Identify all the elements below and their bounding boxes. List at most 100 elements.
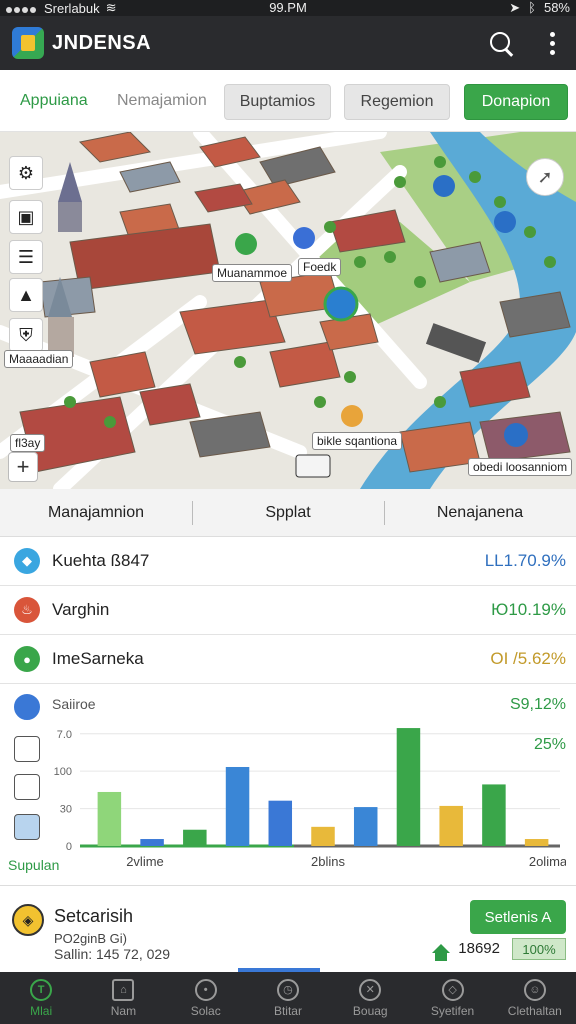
zoom-in-button[interactable]: +	[8, 452, 38, 482]
nav-syetifen[interactable]: ◇ Syetifen	[411, 972, 493, 1024]
donapion-button[interactable]: Donapion	[464, 84, 568, 120]
info-count: 18692	[432, 940, 500, 961]
share-icon[interactable]	[14, 694, 40, 720]
home-icon	[432, 944, 451, 961]
nav-mlai[interactable]: T Mlai	[0, 972, 82, 1024]
chart-bar	[225, 766, 250, 846]
search-icon[interactable]	[488, 30, 516, 58]
status-right: ➤ ᛒ 58%	[509, 0, 570, 16]
status-bar: Srerlabuk ≋ 99.PM ➤ ᛒ 58%	[0, 0, 576, 16]
location-pin-icon: ●	[14, 646, 40, 672]
segment-manajamnion[interactable]: Manajamnion	[0, 489, 192, 536]
chart-bar	[97, 791, 122, 846]
person-icon: ☺	[523, 978, 546, 1001]
more-vert-icon[interactable]	[548, 30, 556, 58]
compass-icon[interactable]: ➚	[526, 158, 564, 196]
nav-label: Btitar	[273, 1003, 302, 1018]
nav-label: Bouag	[352, 1003, 388, 1018]
info-card: ◈ Setcarisih PO2ginB Gi) Sallin: 145 72,…	[0, 888, 576, 972]
diamond-icon: ◆	[14, 548, 40, 574]
y-tick-label: 0	[66, 841, 72, 853]
nav-clethaltan[interactable]: ☺ Clethaltan	[494, 972, 576, 1024]
city-map[interactable]: ⚙ ▣ ☰ ▲ ⛨ Muanammoe Foedk Maaaadian fl3a…	[0, 132, 576, 489]
chart-bar	[482, 784, 506, 846]
bottom-nav: T Mlai ⌂ Nam • Solac ◷ Btitar ✕ Bouag ◇ …	[0, 972, 576, 1024]
map-label-left-tag[interactable]: Maaaadian	[4, 350, 74, 368]
shield-icon[interactable]: ⛨	[9, 318, 43, 352]
chart-bar	[311, 826, 335, 846]
map-illustration	[0, 132, 576, 489]
stack-icon[interactable]: ☰	[9, 240, 43, 274]
chart-bar	[353, 807, 378, 846]
nav-label: Mlai	[30, 1003, 53, 1018]
info-count-value: 18692	[458, 940, 500, 957]
cube-icon[interactable]: ▣	[9, 200, 43, 234]
map-label-left-small[interactable]: fl3ay	[10, 434, 46, 452]
box-icon[interactable]	[14, 814, 40, 840]
y-tick-label: 7.0	[57, 729, 72, 741]
segment-bar: Manajamnion Spplat Nenajanena	[0, 489, 576, 537]
settings-button[interactable]: Setlenis A	[470, 900, 566, 934]
app-bar: JNDENSA	[0, 16, 576, 70]
app-title: JNDENSA	[52, 32, 152, 54]
regemion-button[interactable]: Regemion	[344, 84, 450, 120]
segment-nenajanena[interactable]: Nenajanena	[384, 489, 576, 536]
chart-bar	[396, 728, 421, 846]
map-label-marker-b[interactable]: Foedk	[298, 258, 342, 276]
badge-icon: ◇	[441, 978, 464, 1001]
sign-icon: ◈	[12, 904, 44, 936]
stat-row[interactable]: ◆ Kuehta ß847 LL1.70.9%	[0, 537, 576, 586]
stat-value: OI /5.62%	[490, 649, 566, 668]
bag-icon: ✕	[359, 978, 382, 1001]
app-logo-icon	[12, 27, 44, 59]
map-label-station[interactable]: bikle sqantiona	[312, 432, 403, 450]
nav-nam[interactable]: ⌂ Nam	[82, 972, 164, 1024]
nav-label: Nam	[110, 1003, 137, 1018]
stat-value: LL1.70.9%	[484, 551, 566, 570]
chart-panel: Saiiroe S9,12% 25% 0 30 100 7.0 2vlime 2blins…	[0, 686, 576, 886]
layers-gear-icon[interactable]: ⚙	[9, 156, 43, 190]
y-tick-label: 30	[60, 804, 72, 816]
x-tick-label: 2olima	[529, 854, 566, 869]
percent-badge: 100%	[512, 938, 566, 960]
chart-value: S9,12%	[509, 696, 566, 713]
pin-icon: •	[194, 978, 217, 1001]
tree-icon: T	[30, 978, 53, 1001]
nav-solac[interactable]: • Solac	[165, 972, 247, 1024]
x-tick-label: 2vlime	[126, 854, 164, 869]
hat-icon[interactable]: ▲	[9, 278, 43, 312]
battery-label: 58%	[543, 0, 570, 15]
chart-bar	[524, 839, 549, 846]
nav-label: Syetifen	[430, 1003, 475, 1018]
location-icon: ➤	[509, 0, 521, 15]
stat-row[interactable]: ♨ Varghin Ю10.19%	[0, 586, 576, 635]
chart-bar	[183, 829, 207, 846]
bar-chart: 0 30 100 7.0 2vlime 2blins 2olima	[54, 728, 566, 869]
flame-icon: ♨	[14, 597, 40, 623]
tab-appuiana[interactable]: Appuiana	[20, 92, 88, 110]
document-icon[interactable]	[14, 774, 40, 800]
map-label-marker-a[interactable]: Muanammoe	[212, 264, 293, 282]
home-icon: ⌂	[112, 978, 135, 1001]
map-label-bottom-right[interactable]: obedi loosanniom	[468, 458, 573, 476]
buptamios-button[interactable]: Buptamios	[224, 84, 331, 120]
nav-label: Clethaltan	[507, 1003, 562, 1018]
segment-spplat[interactable]: Spplat	[192, 489, 384, 536]
stat-label: Kuehta ß847	[52, 551, 150, 570]
chart-bar	[268, 800, 293, 846]
tab-nemajamion[interactable]: Nemajamion	[117, 92, 207, 110]
y-tick-label: 100	[54, 766, 72, 778]
clock: 99.PM	[269, 0, 307, 15]
tab-bar: Appuiana Nemajamion Buptamios Regemion D…	[0, 70, 576, 132]
pen-icon[interactable]	[14, 736, 40, 762]
stat-value: Ю10.19%	[491, 600, 566, 619]
info-title: Setcarisih	[54, 906, 134, 926]
nav-btitar[interactable]: ◷ Btitar	[247, 972, 329, 1024]
clock-icon: ◷	[276, 978, 299, 1001]
stat-row[interactable]: ● ImeSarneka OI /5.62%	[0, 635, 576, 684]
chart-bar	[140, 839, 164, 846]
stat-label: ImeSarneka	[52, 649, 144, 668]
nav-bouag[interactable]: ✕ Bouag	[329, 972, 411, 1024]
info-line1: PO2ginB Gi)	[54, 931, 127, 946]
chart-bar	[439, 805, 463, 846]
